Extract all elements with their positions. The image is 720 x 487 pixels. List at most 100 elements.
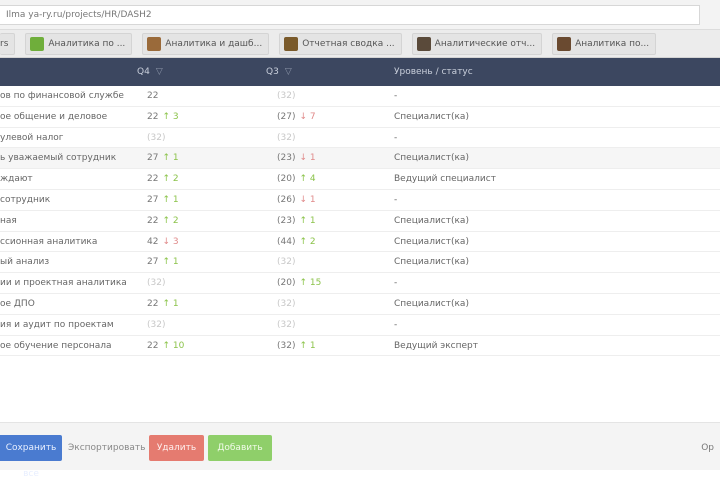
- status-cell: Специалист(ка): [394, 298, 469, 309]
- q3-cell: (32): [277, 315, 295, 335]
- status-cell: Специалист(ка): [394, 153, 469, 164]
- q4-value: 22: [147, 298, 159, 309]
- q4-value: 22: [147, 91, 159, 101]
- table-row[interactable]: ия и аудит по проектам (32) (32) -: [0, 315, 720, 336]
- footer-right-text: Ор: [701, 443, 714, 453]
- export-button[interactable]: Экспортировать: [68, 435, 145, 461]
- q4-cell: (32): [147, 128, 165, 148]
- q4-cell: 27 ↑ 1: [147, 190, 179, 210]
- column-header-q4[interactable]: Q4 ▽: [137, 58, 163, 86]
- column-header-q3-label: Q3: [266, 67, 279, 77]
- q3-value: (20): [277, 278, 296, 289]
- row-name: улевой налог: [0, 132, 64, 143]
- row-name: сотрудник: [0, 194, 51, 205]
- sort-icon[interactable]: ▽: [156, 67, 163, 77]
- q3-change: ↑ 15: [299, 278, 322, 289]
- q4-cell: (32): [147, 315, 165, 335]
- status-cell: Специалист(ка): [394, 111, 469, 122]
- q3-cell: (32) ↑ 1: [277, 336, 316, 356]
- q4-value: 42: [147, 236, 159, 247]
- q3-cell: (32): [277, 86, 295, 106]
- column-header-q3[interactable]: Q3 ▽: [266, 58, 292, 86]
- table-row[interactable]: ии и проектная аналитика (32) (20) ↑ 15 -: [0, 273, 720, 294]
- q3-value: (32): [277, 319, 296, 330]
- q3-change: ↑ 1: [299, 340, 316, 351]
- sort-icon[interactable]: ▽: [285, 67, 292, 77]
- bookmark-label: Аналитика по ...: [48, 38, 126, 49]
- table-row[interactable]: ый анализ 27 ↑ 1 (32) Специалист(ка): [0, 252, 720, 274]
- bookmark-item[interactable]: Аналитика по...: [552, 32, 657, 55]
- q3-cell: (32): [277, 252, 295, 272]
- delete-button[interactable]: Удалить: [149, 435, 204, 461]
- q4-cell: (32): [147, 273, 165, 293]
- q3-value: (32): [277, 132, 296, 143]
- row-name: ый анализ: [0, 257, 50, 268]
- q4-change: ↓ 3: [162, 236, 179, 247]
- save-all-button[interactable]: Сохранить все: [0, 435, 62, 479]
- q3-cell: (32): [277, 128, 295, 148]
- row-name: ии и проектная аналитика: [0, 278, 127, 289]
- status-cell: Ведущий эксперт: [394, 340, 478, 351]
- row-name: ое общение и деловое: [0, 111, 108, 122]
- q3-value: (32): [277, 91, 296, 101]
- q3-cell: (20) ↑ 4: [277, 169, 316, 189]
- table-row[interactable]: сотрудник 27 ↑ 1 (26) ↓ 1 -: [0, 190, 720, 211]
- q3-value: (23): [277, 153, 296, 164]
- table-row[interactable]: ждают 22 ↑ 2 (20) ↑ 4 Ведущий специалист: [0, 169, 720, 190]
- q4-cell: 42 ↓ 3: [147, 232, 179, 252]
- image-icon: [416, 36, 431, 51]
- bookmark-item[interactable]: Аналитика и дашб...: [142, 32, 270, 55]
- table-row[interactable]: ое ДПО 22 ↑ 1 (32) Специалист(ка): [0, 294, 720, 315]
- q3-change: ↓ 1: [299, 153, 316, 164]
- status-cell: -: [394, 132, 398, 143]
- q4-value: 22: [147, 111, 159, 122]
- q4-cell: 22 ↑ 2: [147, 169, 179, 189]
- q3-cell: (23) ↓ 1: [277, 148, 316, 168]
- q4-cell: 22 ↑ 3: [147, 107, 179, 127]
- q3-cell: (26) ↓ 1: [277, 190, 316, 210]
- bookmark-label: Аналитические отч...: [434, 38, 536, 49]
- bookmark-item[interactable]: rs: [0, 32, 16, 55]
- q3-value: (32): [277, 340, 296, 351]
- url-input[interactable]: Ilma ya-ry.ru/projects/HR/DASH2: [0, 5, 700, 25]
- q4-value: 22: [147, 174, 159, 185]
- q3-value: (20): [277, 174, 296, 185]
- column-header-status[interactable]: Уровень / статус: [394, 58, 473, 86]
- image-icon: [557, 36, 572, 51]
- q3-change: ↑ 4: [299, 174, 316, 185]
- table-row[interactable]: ссионная аналитика 42 ↓ 3 (44) ↑ 2 Специалист…: [0, 232, 720, 253]
- table-row[interactable]: ь уважаемый сотрудник 27 ↑ 1 (23) ↓ 1 Специал…: [0, 148, 720, 170]
- row-name: ь уважаемый сотрудник: [0, 153, 117, 164]
- row-name: ое ДПО: [0, 298, 35, 309]
- status-cell: -: [394, 194, 398, 205]
- q4-value: (32): [147, 319, 166, 330]
- bookmark-label: Аналитика и дашб...: [165, 38, 263, 49]
- q3-cell: (27) ↓ 7: [277, 107, 316, 127]
- bookmark-item[interactable]: Отчетная сводка ...: [279, 32, 402, 55]
- q3-change: ↑ 2: [299, 236, 316, 247]
- q3-change: ↓ 1: [299, 194, 316, 205]
- q3-cell: (20) ↑ 15: [277, 273, 321, 293]
- table-row[interactable]: ная 22 ↑ 2 (23) ↑ 1 Специалист(ка): [0, 211, 720, 232]
- bookmark-label: Отчетная сводка ...: [302, 38, 395, 49]
- add-button[interactable]: Добавить: [208, 435, 272, 461]
- table-row[interactable]: ое обучение персонала 22 ↑ 10 (32) ↑ 1 Ведущи…: [0, 336, 720, 357]
- q4-cell: 27 ↑ 1: [147, 148, 179, 168]
- q4-value: (32): [147, 278, 166, 289]
- q3-cell: (23) ↑ 1: [277, 211, 316, 231]
- table-row[interactable]: ое общение и деловое 22 ↑ 3 (27) ↓ 7 Специали…: [0, 107, 720, 128]
- table-row[interactable]: улевой налог (32) (32) -: [0, 128, 720, 149]
- footer-toolbar: Сохранить все Экспортировать Удалить Доб…: [0, 422, 720, 479]
- table-row[interactable]: ов по финансовой службе 22 (32) -: [0, 86, 720, 107]
- q4-change: ↑ 2: [162, 215, 179, 226]
- bookmarks-bar: rs Аналитика по ... Аналитика и дашб... Отч…: [0, 30, 720, 58]
- data-table: Q4 ▽ Q3 ▽ Уровень / статус ов по финансово…: [0, 58, 720, 357]
- q3-value: (32): [277, 257, 296, 268]
- status-cell: Специалист(ка): [394, 236, 469, 247]
- q4-cell: 22 ↑ 2: [147, 211, 179, 231]
- bookmark-item[interactable]: Аналитика по ...: [25, 32, 133, 55]
- bookmark-item[interactable]: Аналитические отч...: [411, 32, 543, 55]
- q4-cell: 22: [147, 86, 158, 106]
- bookmark-label: Аналитика по...: [575, 38, 650, 49]
- row-name: ждают: [0, 174, 33, 185]
